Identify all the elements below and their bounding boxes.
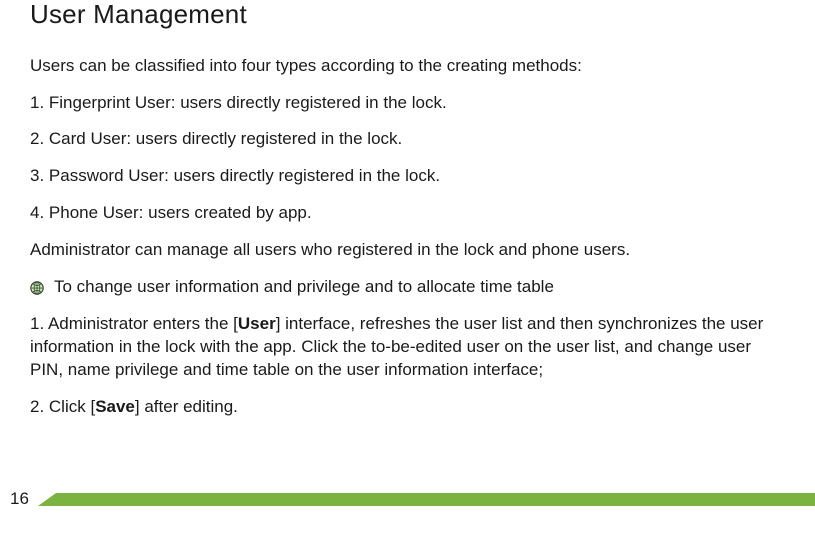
bullet-text: To change user information and privilege… — [54, 276, 554, 299]
footer-accent-bar — [56, 493, 815, 506]
step-1: 1. Administrator enters the [User] inter… — [30, 313, 785, 382]
page-title: User Management — [30, 0, 785, 29]
page-footer: 16 — [0, 485, 815, 513]
user-type-4: 4. Phone User: users created by app. — [30, 202, 785, 225]
step-1-bold: User — [238, 314, 276, 333]
step-2-pre: 2. Click [ — [30, 397, 95, 416]
user-type-1: 1. Fingerprint User: users directly regi… — [30, 92, 785, 115]
user-type-3: 3. Password User: users directly registe… — [30, 165, 785, 188]
step-2-bold: Save — [95, 397, 135, 416]
user-type-2: 2. Card User: users directly registered … — [30, 128, 785, 151]
step-2-post: ] after editing. — [135, 397, 238, 416]
bullet-row: To change user information and privilege… — [30, 276, 785, 299]
intro-paragraph: Users can be classified into four types … — [30, 55, 785, 78]
admin-note: Administrator can manage all users who r… — [30, 239, 785, 262]
step-1-pre: 1. Administrator enters the [ — [30, 314, 238, 333]
step-2: 2. Click [Save] after editing. — [30, 396, 785, 419]
globe-bullet-icon — [30, 281, 44, 295]
